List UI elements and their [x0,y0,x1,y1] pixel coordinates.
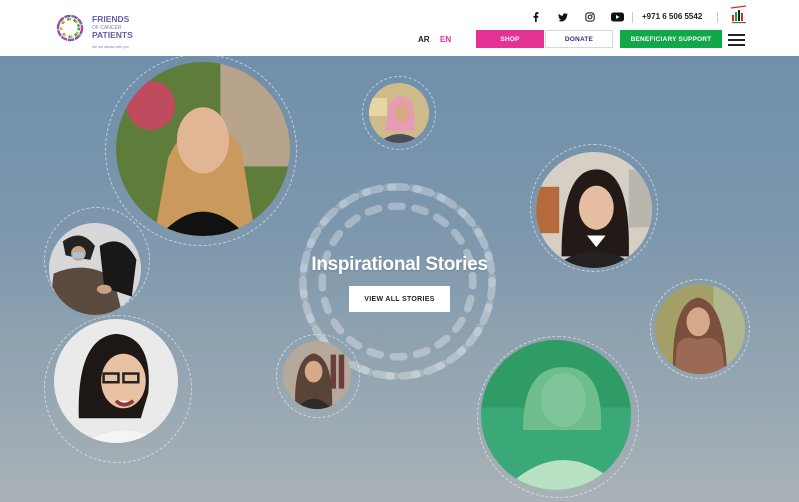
twitter-icon[interactable] [556,10,570,24]
brand-line-3: PATIENTS [92,29,133,40]
story-portrait[interactable] [536,152,652,268]
top-divider [717,12,718,23]
facebook-icon[interactable] [529,10,543,24]
instagram-icon[interactable] [583,10,597,24]
phone-number[interactable]: +971 6 506 5542 [642,12,702,21]
story-portrait[interactable] [283,341,351,409]
story-portrait[interactable] [481,340,631,490]
brand-logo[interactable]: FRIENDS OF CANCER PATIENTS We are always… [52,10,142,50]
story-portrait[interactable] [116,62,290,236]
government-crest-icon [730,5,747,24]
brand-tagline: We are always with you [92,45,129,49]
ribbon-logo-icon [56,14,84,42]
donate-button[interactable]: DONATE [545,30,613,48]
brand-line-1: FRIENDS [92,14,130,24]
lang-ar-link[interactable]: AR [418,35,430,44]
brand-name: FRIENDS OF CANCER PATIENTS [92,14,133,40]
top-divider [632,12,633,23]
hero-title: Inspirational Stories [311,254,488,275]
story-portrait[interactable] [655,284,745,374]
stories-hero: Inspirational Stories VIEW ALL STORIES [0,56,799,502]
hamburger-menu-icon[interactable] [728,34,745,46]
beneficiary-support-button[interactable]: BENEFICIARY SUPPORT [620,30,722,48]
story-portrait[interactable] [54,319,178,443]
view-all-stories-button[interactable]: VIEW ALL STORIES [349,286,450,312]
lang-en-link[interactable]: EN [440,35,451,44]
story-portrait[interactable] [369,83,429,143]
youtube-icon[interactable] [610,10,624,24]
shop-button[interactable]: SHOP [476,30,544,48]
site-header: FRIENDS OF CANCER PATIENTS We are always… [0,0,799,56]
